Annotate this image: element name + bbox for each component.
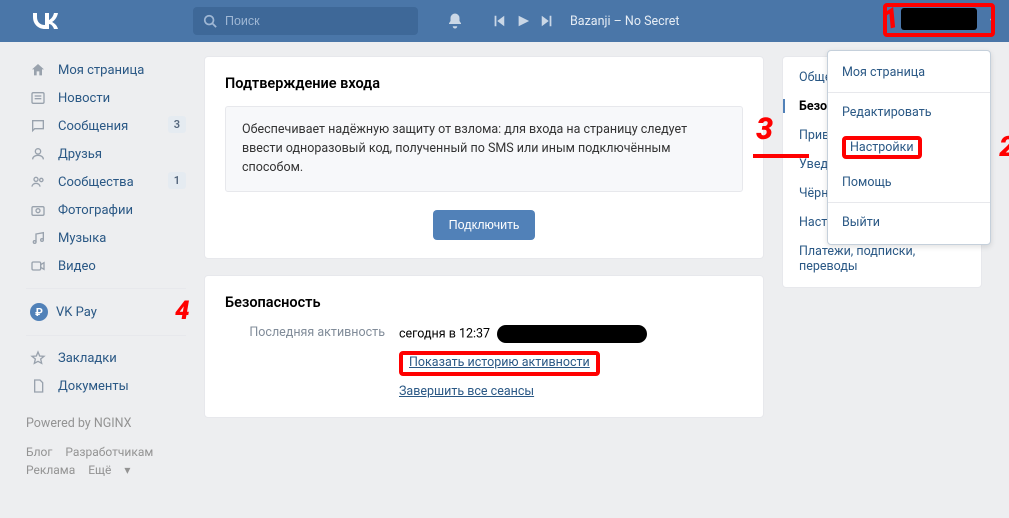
sidebar-item-label: Сообщества: [58, 175, 134, 190]
sidebar-separator: [26, 288, 186, 289]
user-dropdown: Моя страница Редактировать Настройки Пом…: [827, 50, 991, 245]
annotation-box-4: Показать историю активности: [399, 351, 600, 376]
search-input[interactable]: [225, 14, 408, 28]
dropdown-logout[interactable]: Выйти: [828, 207, 990, 238]
chevron-down-icon: ▾: [124, 463, 130, 477]
users-icon: [30, 174, 50, 190]
footer-blog[interactable]: Блог: [26, 445, 52, 459]
footer-ads[interactable]: Реклама: [26, 463, 75, 477]
sidebar-item-label: Фотографии: [58, 203, 133, 218]
dropdown-settings[interactable]: Настройки: [828, 128, 990, 167]
sidebar-separator: [26, 335, 186, 336]
sidebar-item-label: VK Pay: [56, 305, 97, 320]
sidebar-item-friends[interactable]: Друзья: [26, 140, 186, 168]
sidebar-item-photos[interactable]: Фотографии: [26, 196, 186, 224]
last-activity-label: Последняя активность: [225, 325, 385, 399]
search-icon: [203, 14, 217, 29]
top-header: Bazanji – No Secret ▾ 1: [0, 0, 1009, 42]
sidebar-item-label: Документы: [58, 379, 129, 394]
card-login-confirmation: Подтверждение входа Обеспечивает надёжну…: [204, 56, 764, 259]
sidebar-item-label: Новости: [58, 91, 110, 106]
user-menu-toggle[interactable]: ▾: [966, 0, 1009, 42]
dropdown-help[interactable]: Помощь: [828, 167, 990, 198]
vk-logo[interactable]: [30, 13, 58, 29]
footer-more[interactable]: Ещё ▾: [88, 463, 140, 477]
camera-icon: [30, 202, 50, 218]
home-icon: [30, 62, 50, 78]
card-title: Подтверждение входа: [225, 75, 743, 92]
main-content: Подтверждение входа Обеспечивает надёжну…: [204, 56, 764, 477]
dropdown-separator: [828, 92, 990, 93]
sidebar-item-label: Музыка: [58, 231, 106, 246]
search-box[interactable]: [193, 7, 418, 35]
footer-devs[interactable]: Разработчикам: [65, 445, 153, 459]
prev-track-icon[interactable]: [492, 14, 506, 29]
chevron-down-icon: ▾: [990, 16, 995, 27]
dropdown-edit[interactable]: Редактировать: [828, 97, 990, 128]
next-track-icon[interactable]: [540, 14, 554, 29]
sidebar-item-label: Закладки: [58, 351, 117, 366]
annotation-1: 1: [879, 1, 903, 37]
sidebar-item-my-page[interactable]: Моя страница: [26, 56, 186, 84]
last-activity-value: сегодня в 12:37: [399, 327, 490, 342]
sidebar-item-documents[interactable]: Документы: [26, 372, 186, 400]
badge-count: 1: [168, 172, 186, 189]
annotation-box-2: Настройки: [842, 136, 922, 159]
notifications-icon[interactable]: [446, 12, 464, 30]
current-track[interactable]: Bazanji – No Secret: [570, 14, 680, 29]
star-icon: [30, 350, 50, 366]
news-icon: [30, 90, 50, 106]
redacted-ip: [497, 325, 647, 343]
sidebar-item-messages[interactable]: Сообщения 3: [26, 112, 186, 140]
dropdown-my-page[interactable]: Моя страница: [828, 57, 990, 88]
sidebar-item-music[interactable]: Музыка: [26, 224, 186, 252]
info-box: Обеспечивает надёжную защиту от взлома: …: [225, 106, 743, 192]
sidebar-item-vkpay[interactable]: ₽ VK Pay: [26, 297, 186, 327]
sidebar-item-bookmarks[interactable]: Закладки: [26, 344, 186, 372]
sidebar-item-news[interactable]: Новости: [26, 84, 186, 112]
music-icon: [30, 230, 50, 246]
video-icon: [30, 258, 50, 274]
annotation-4: 4: [175, 296, 190, 326]
chat-icon: [30, 118, 50, 134]
powered-by: Powered by NGINX: [26, 416, 186, 431]
sidebar-item-video[interactable]: Видео: [26, 252, 186, 280]
dropdown-separator: [828, 202, 990, 203]
sidebar-item-label: Сообщения: [58, 119, 128, 134]
end-all-sessions-link[interactable]: Завершить все сеансы: [399, 384, 534, 399]
card-title: Безопасность: [225, 294, 743, 311]
card-security: Безопасность Последняя активность сегодн…: [204, 275, 764, 418]
sidebar-item-label: Друзья: [58, 147, 102, 162]
connect-button[interactable]: Подключить: [433, 210, 536, 240]
sidebar-item-label: Видео: [58, 259, 96, 274]
sidebar-item-label: Моя страница: [58, 63, 144, 78]
show-activity-history-link[interactable]: Показать историю активности: [409, 355, 590, 370]
play-icon[interactable]: [516, 14, 530, 29]
document-icon: [30, 378, 50, 394]
music-player: Bazanji – No Secret: [492, 14, 680, 29]
left-sidebar: Моя страница Новости Сообщения 3 Друзья …: [26, 56, 186, 477]
user-icon: [30, 146, 50, 162]
footer-links: Блог Разработчикам Реклама Ещё ▾: [26, 445, 186, 477]
sidebar-item-communities[interactable]: Сообщества 1: [26, 168, 186, 196]
badge-count: 3: [168, 116, 186, 133]
vkpay-icon: ₽: [30, 303, 48, 321]
